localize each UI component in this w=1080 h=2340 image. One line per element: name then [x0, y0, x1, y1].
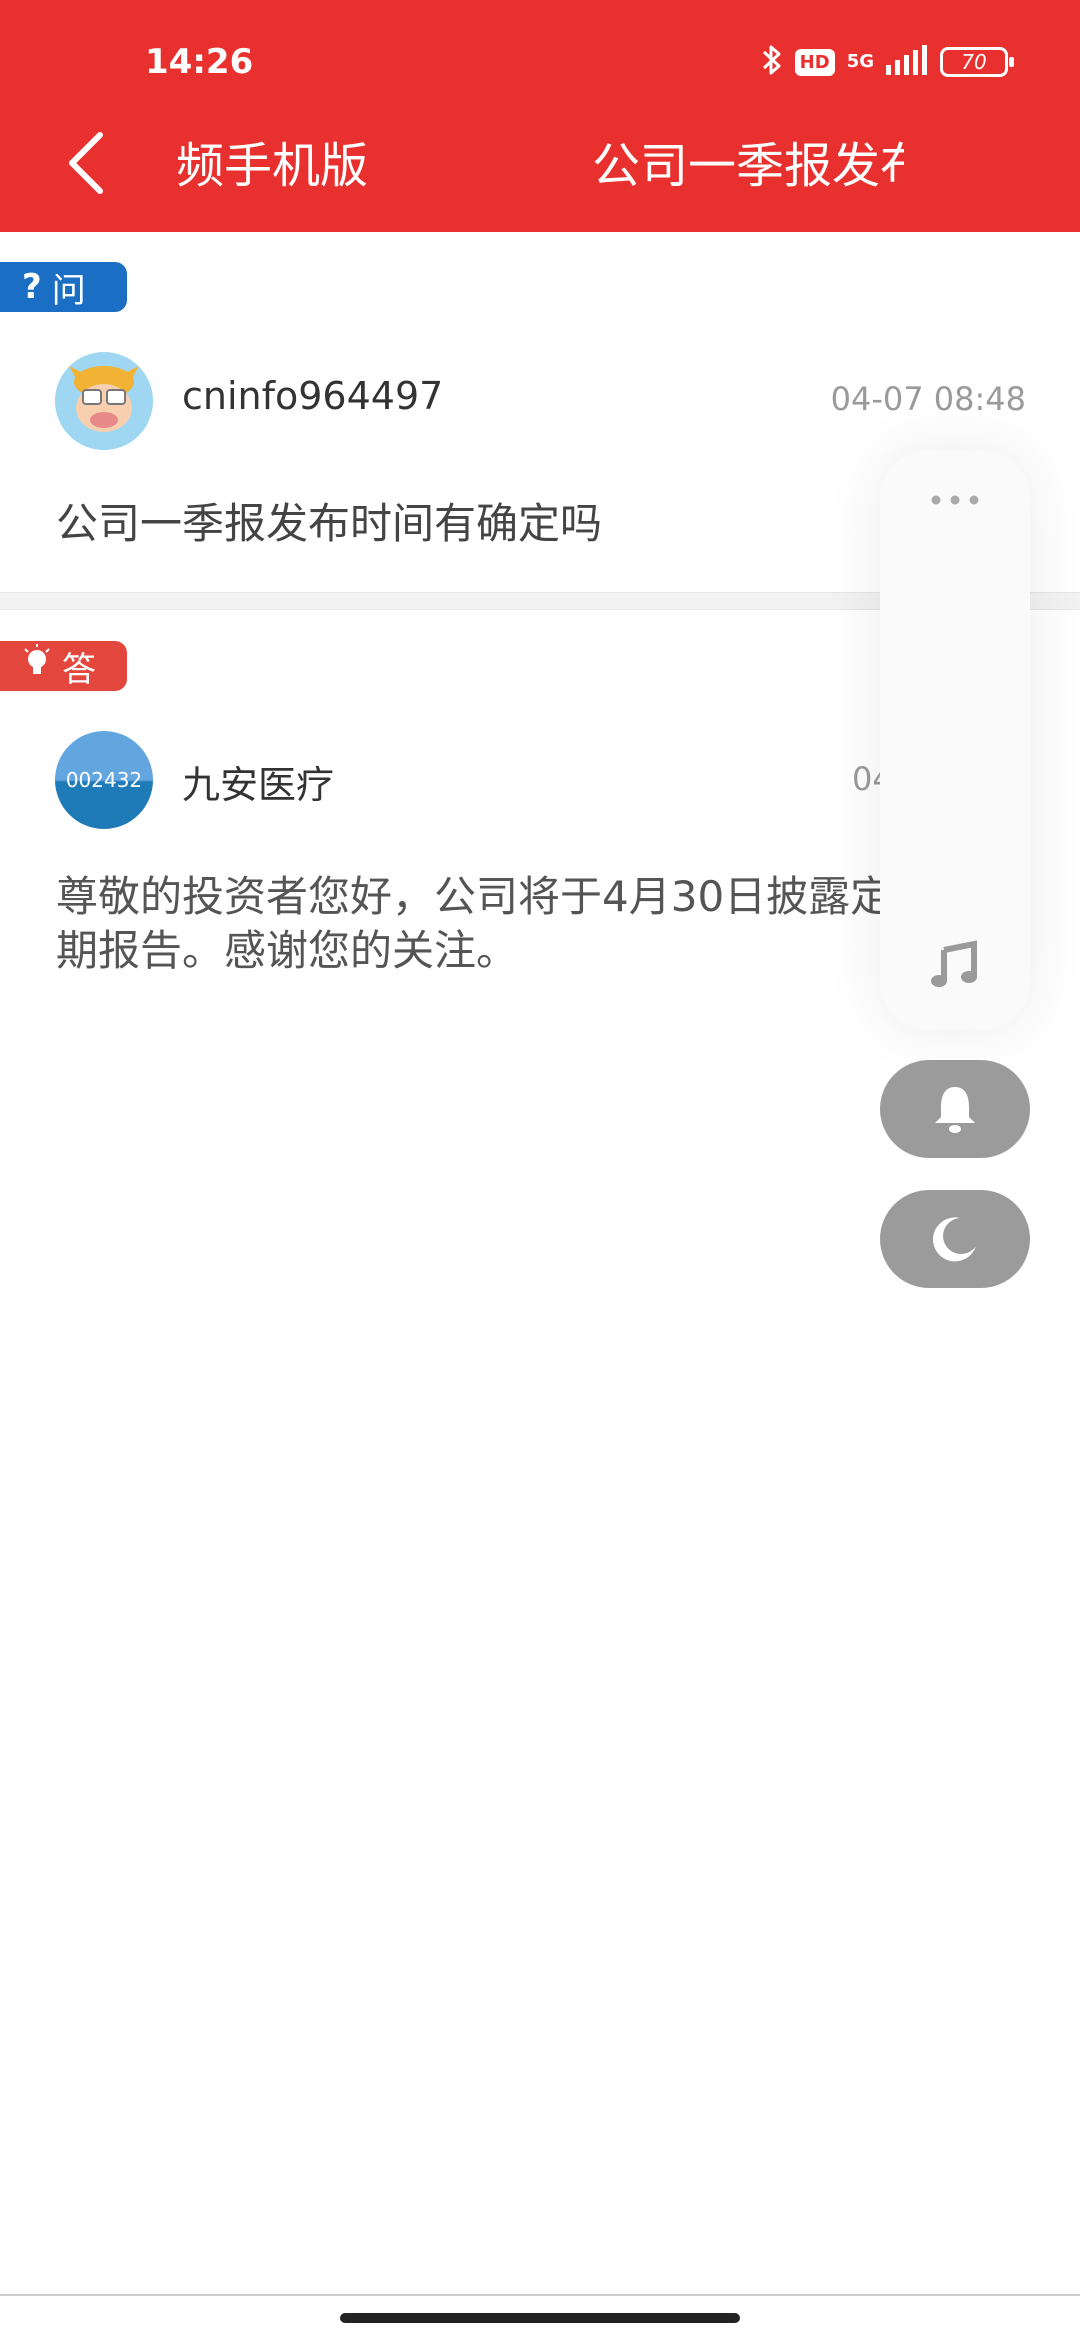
more-icon [931, 495, 979, 505]
question-text: 公司一季报发布时间有确定吗 [56, 499, 603, 548]
night-mode-button[interactable] [880, 1190, 1030, 1288]
answer-company-name[interactable]: 九安医疗 [182, 754, 334, 809]
hd-badge: HD [794, 48, 835, 76]
question-mark-icon: ? [22, 267, 42, 307]
app-screen: 14:26 HD 5G 70 频手机版 公司一季报发布 ? 问 cninfo96… [0, 0, 1080, 2340]
company-avatar[interactable]: 002432 [55, 731, 153, 829]
notification-button[interactable] [880, 1060, 1030, 1158]
status-icons: HD 5G 70 [761, 40, 1014, 84]
home-indicator[interactable] [340, 2313, 740, 2323]
music-icon [931, 940, 977, 987]
music-button[interactable] [880, 930, 1030, 1000]
battery-icon: 70 [940, 47, 1014, 77]
signal-icon [886, 45, 928, 79]
status-time: 14:26 [145, 42, 254, 82]
question-tag: ? 问 [0, 262, 127, 312]
top-header: 14:26 HD 5G 70 频手机版 公司一季报发布 [0, 0, 1080, 232]
question-timestamp: 04-07 08:48 [830, 380, 1026, 418]
company-code: 002432 [65, 768, 143, 792]
more-button[interactable] [880, 480, 1030, 520]
bottom-separator [0, 2294, 1080, 2296]
cartoon-avatar-icon [55, 352, 153, 450]
question-username[interactable]: cninfo964497 [182, 374, 443, 418]
answer-text: 尊敬的投资者您好，公司将于4月30日披露定期报告。感谢您的关注。 [56, 872, 893, 975]
moon-icon [933, 1217, 976, 1262]
bell-icon [935, 1087, 975, 1133]
user-avatar[interactable] [55, 352, 153, 450]
back-button[interactable] [56, 128, 116, 198]
floating-tools-panel [880, 450, 1030, 1030]
lightbulb-icon [22, 643, 52, 689]
network-type: 5G [846, 51, 874, 72]
header-title-left: 频手机版 [178, 138, 368, 194]
question-tag-label: 问 [51, 270, 86, 311]
answer-tag-label: 答 [62, 649, 96, 690]
answer-tag: 答 [0, 641, 127, 691]
header-title-right: 公司一季报发布 [592, 138, 904, 194]
chevron-left-icon [69, 132, 103, 194]
bluetooth-icon [761, 42, 783, 82]
